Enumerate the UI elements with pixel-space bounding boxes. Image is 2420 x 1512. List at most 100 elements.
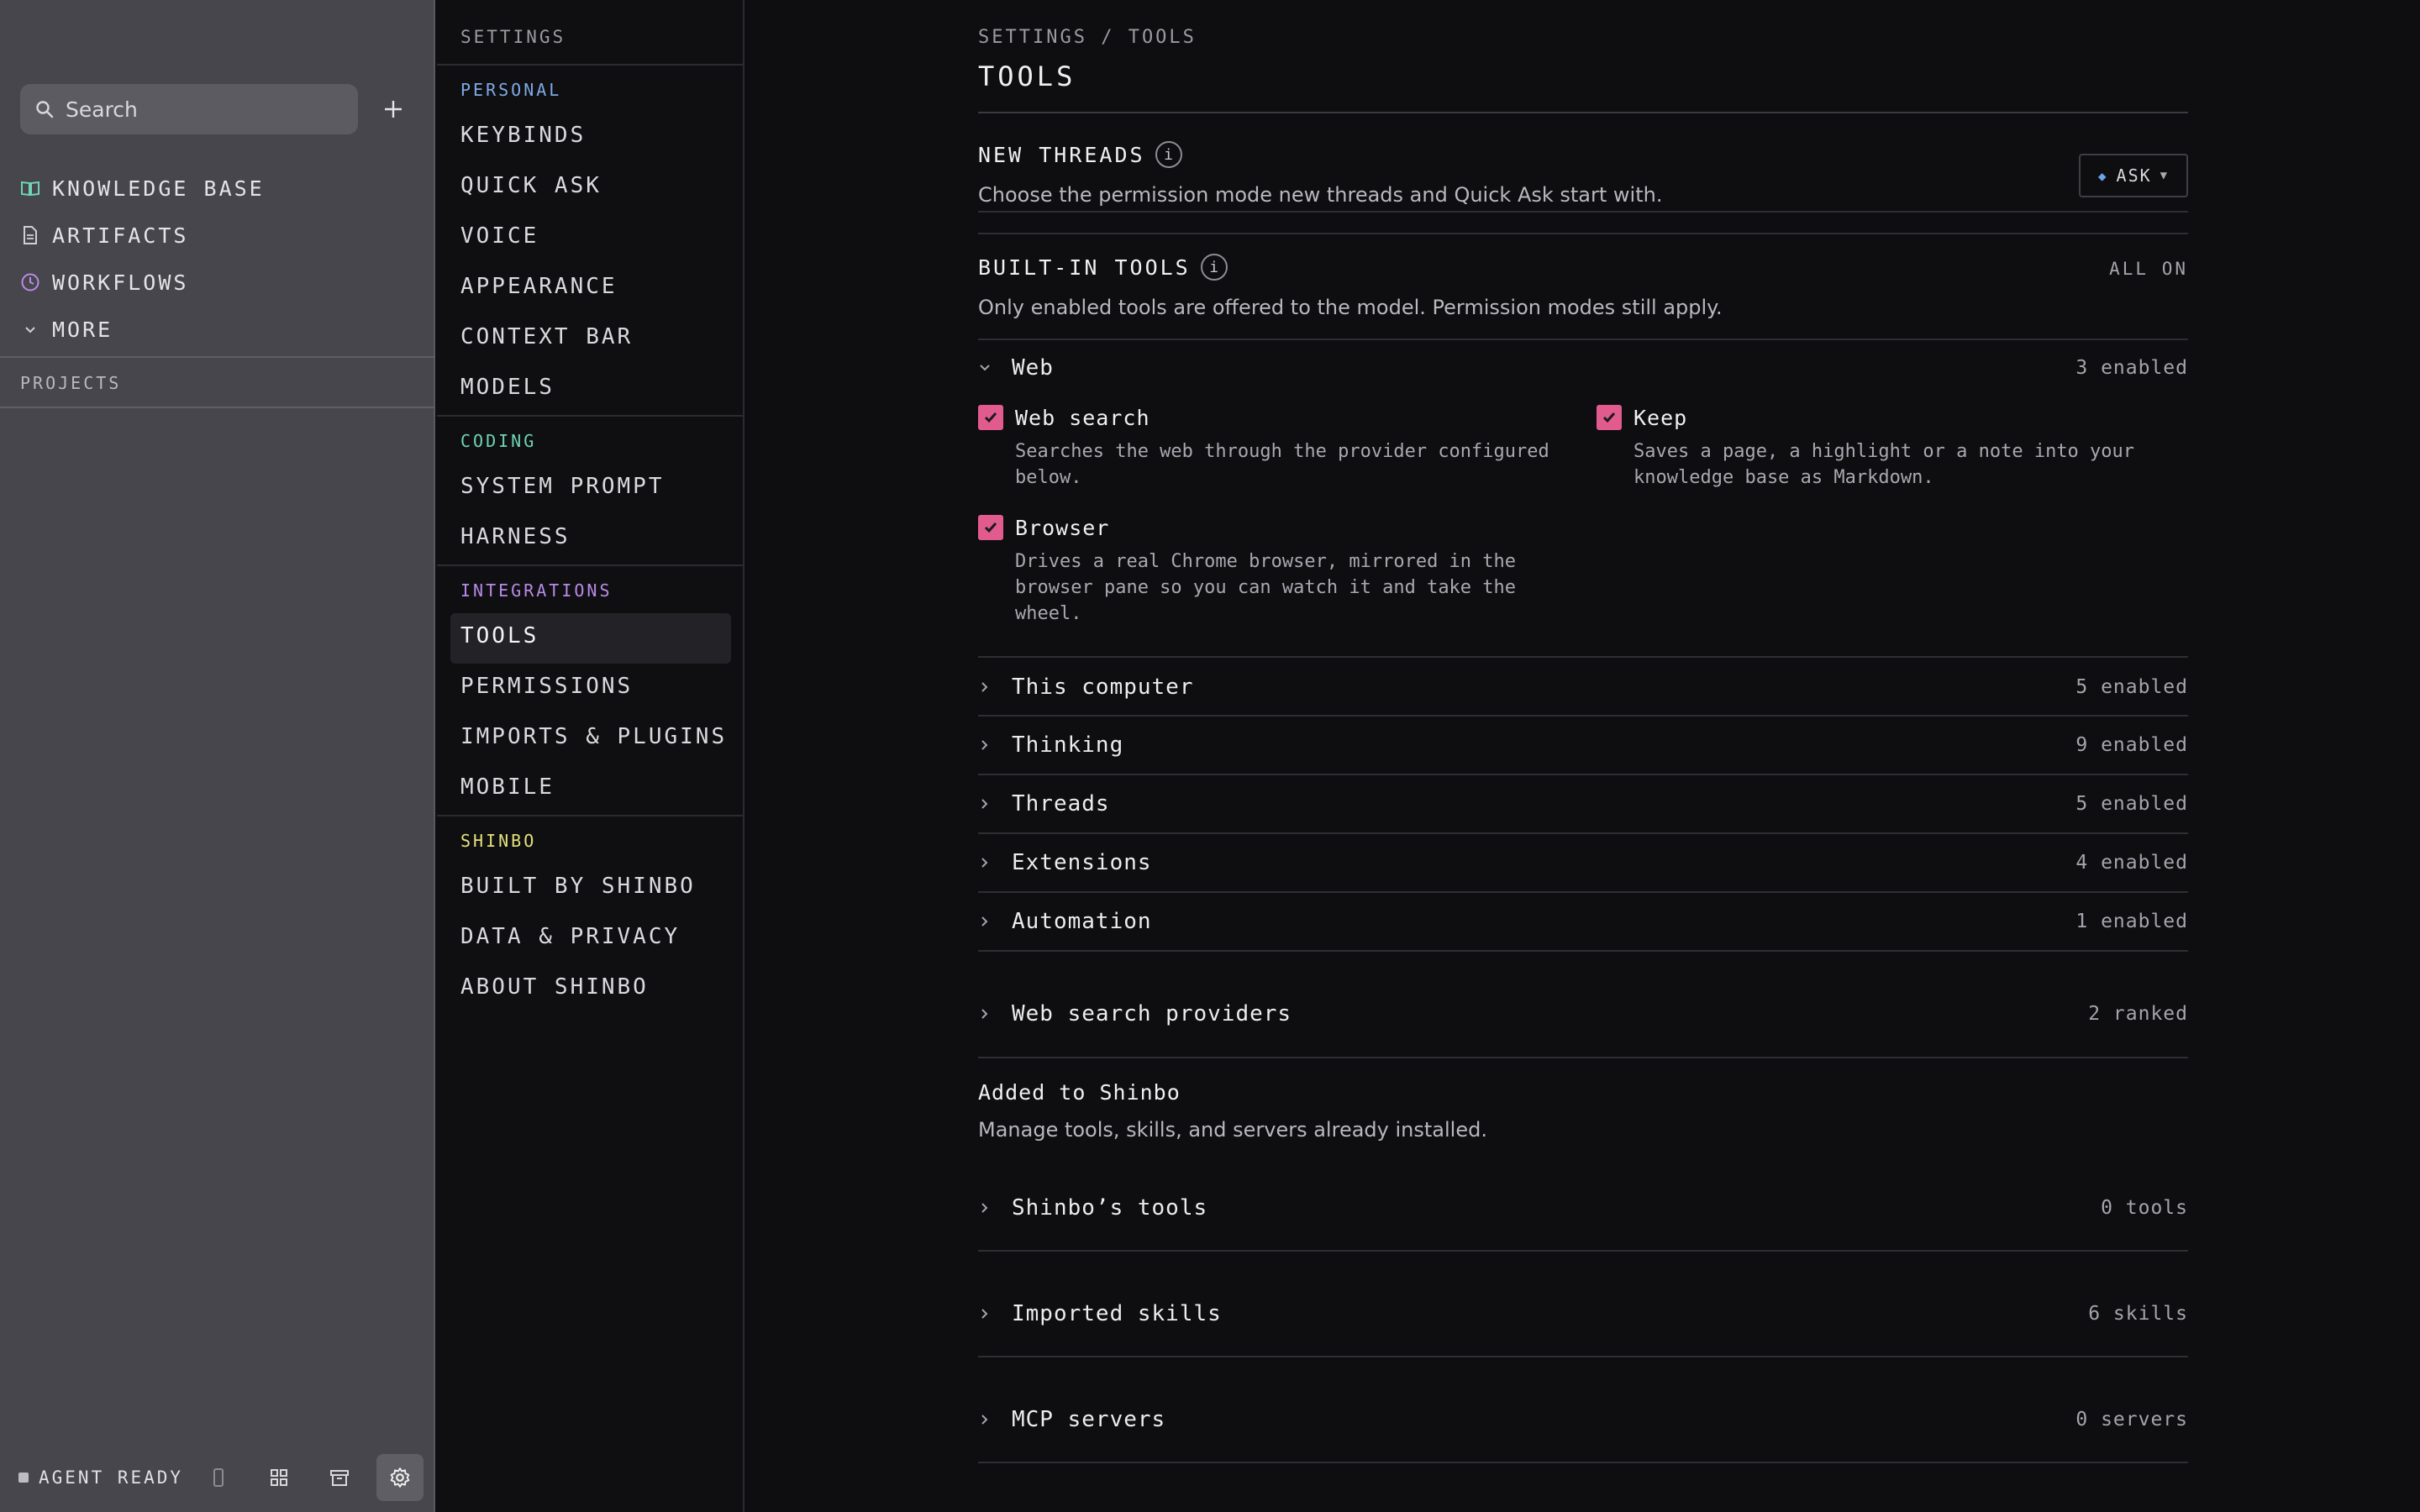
new-threads-title-text: NEW THREADS <box>978 142 1145 167</box>
tool-group-name: This computer <box>1012 675 1194 700</box>
phone-icon <box>213 1468 224 1487</box>
section-divider <box>978 233 2188 234</box>
settings-nav: SETTINGS PERSONAL KEYBINDS QUICK ASK VOI… <box>437 0 744 1512</box>
tool-keep: Keep Saves a page, a highlight or a note… <box>1597 405 2202 491</box>
settings-item-voice[interactable]: VOICE <box>460 223 539 249</box>
builtin-tools-section: BUILT-IN TOOLS i ALL ON Only enabled too… <box>978 254 2188 319</box>
group-shinbo: SHINBO <box>460 831 537 851</box>
settings-item-quick-ask[interactable]: QUICK ASK <box>460 173 602 198</box>
settings-item-appearance[interactable]: APPEARANCE <box>460 274 618 299</box>
settings-item-permissions[interactable]: PERMISSIONS <box>460 674 633 699</box>
new-threads-description: Choose the permission mode new threads a… <box>978 183 1663 207</box>
builtin-tools-title-text: BUILT-IN TOOLS <box>978 255 1191 280</box>
section-divider <box>978 211 2188 213</box>
settings-nav-divider <box>437 415 744 417</box>
sidebar-item-label: WORKFLOWS <box>52 270 189 295</box>
settings-item-about-shinbo[interactable]: ABOUT SHINBO <box>460 974 649 1000</box>
settings-item-imports-plugins[interactable]: IMPORTS & PLUGINS <box>460 724 727 749</box>
settings-item-system-prompt[interactable]: SYSTEM PROMPT <box>460 474 665 499</box>
settings-nav-title: SETTINGS <box>460 27 566 47</box>
settings-item-context-bar[interactable]: CONTEXT BAR <box>460 324 633 349</box>
archive-button[interactable] <box>316 1454 363 1501</box>
new-item-button[interactable] <box>373 89 413 129</box>
section-divider <box>978 1057 2188 1058</box>
tool-group-automation[interactable]: Automation 1 enabled <box>978 905 2188 938</box>
gear-icon <box>390 1467 410 1488</box>
tool-browser: Browser Drives a real Chrome browser, mi… <box>978 515 1583 627</box>
tool-group-name: Thinking <box>1012 732 1124 758</box>
tool-group-thinking[interactable]: Thinking 9 enabled <box>978 728 2188 762</box>
tool-group-count: 9 enabled <box>2075 734 2188 756</box>
chevron-down-icon <box>980 365 990 371</box>
grid-button[interactable] <box>255 1454 302 1501</box>
tool-group-count: 5 enabled <box>2075 793 2188 815</box>
info-icon[interactable]: i <box>1155 141 1182 168</box>
group-coding: CODING <box>460 431 537 451</box>
settings-nav-divider <box>437 564 744 566</box>
new-threads-title: NEW THREADS i <box>978 141 2188 168</box>
all-on-toggle[interactable]: ALL ON <box>2109 259 2188 279</box>
sidebar-nav: KNOWLEDGE BASE ARTIFACTS WORKFLOWS MORE <box>20 165 265 353</box>
settings-item-mobile[interactable]: MOBILE <box>460 774 555 800</box>
check-icon <box>1602 412 1616 423</box>
tool-group-count: 5 enabled <box>2075 676 2188 698</box>
settings-item-data-privacy[interactable]: DATA & PRIVACY <box>460 924 680 949</box>
settings-nav-divider <box>437 64 744 66</box>
added-item-mcp-servers[interactable]: MCP servers 0 servers <box>978 1403 2188 1436</box>
settings-button[interactable] <box>376 1454 424 1501</box>
status-dot <box>18 1473 29 1483</box>
sidebar-item-knowledge-base[interactable]: KNOWLEDGE BASE <box>20 165 265 212</box>
sidebar-item-workflows[interactable]: WORKFLOWS <box>20 259 265 306</box>
diamond-icon: ◆ <box>2097 167 2108 184</box>
search-placeholder: Search <box>66 97 138 122</box>
page-title: TOOLS <box>978 60 1076 92</box>
web-search-checkbox[interactable] <box>978 405 1003 430</box>
title-divider <box>978 112 2188 113</box>
added-item-count: 0 servers <box>2075 1409 2188 1431</box>
chevron-right-icon <box>981 740 988 750</box>
tool-description: Saves a page, a highlight or a note into… <box>1634 441 2135 488</box>
app-sidebar: Search KNOWLEDGE BASE ARTIFACTS WORKFLOW… <box>0 0 435 1512</box>
row-divider <box>978 832 2188 834</box>
mobile-button[interactable] <box>195 1454 242 1501</box>
builtin-tools-title: BUILT-IN TOOLS i <box>978 254 2188 281</box>
tool-group-web[interactable]: Web 3 enabled <box>978 353 2188 383</box>
tool-group-count: 4 enabled <box>2075 852 2188 874</box>
clock-icon <box>21 273 39 291</box>
permission-mode-select[interactable]: ◆ ASK ▼ <box>2079 154 2188 197</box>
row-divider <box>978 774 2188 775</box>
keep-checkbox[interactable] <box>1597 405 1622 430</box>
added-item-imported-skills[interactable]: Imported skills 6 skills <box>978 1297 2188 1331</box>
new-threads-section: NEW THREADS i Choose the permission mode… <box>978 141 2188 207</box>
settings-item-harness[interactable]: HARNESS <box>460 524 571 549</box>
book-icon <box>21 181 39 197</box>
sidebar-item-more[interactable]: MORE <box>20 306 265 353</box>
row-divider <box>978 715 2188 717</box>
search-input[interactable]: Search <box>20 84 358 134</box>
settings-item-tools[interactable]: TOOLS <box>460 623 539 648</box>
tool-group-extensions[interactable]: Extensions 4 enabled <box>978 846 2188 879</box>
tool-head: Keep <box>1597 405 2202 430</box>
added-item-name: Imported skills <box>1012 1301 1222 1326</box>
settings-item-built-by-shinbo[interactable]: BUILT BY SHINBO <box>460 874 696 899</box>
tool-group-this-computer[interactable]: This computer 5 enabled <box>978 670 2188 704</box>
row-divider <box>978 891 2188 893</box>
tool-description: Searches the web through the provider co… <box>1015 441 1549 488</box>
added-item-name: MCP servers <box>1012 1407 1166 1432</box>
tool-group-threads[interactable]: Threads 5 enabled <box>978 787 2188 821</box>
sidebar-item-artifacts[interactable]: ARTIFACTS <box>20 212 265 259</box>
added-item-shinbo-tools[interactable]: Shinbo’s tools 0 tools <box>978 1191 2188 1225</box>
tool-head: Web search <box>978 405 1583 430</box>
builtin-tools-description: Only enabled tools are offered to the mo… <box>978 296 1723 319</box>
projects-heading: PROJECTS <box>20 373 122 393</box>
tool-group-name: Automation <box>1012 909 1152 934</box>
info-icon[interactable]: i <box>1200 254 1228 281</box>
section-divider <box>978 656 2188 658</box>
tool-description: Drives a real Chrome browser, mirrored i… <box>1015 551 1517 624</box>
web-search-providers[interactable]: Web search providers 2 ranked <box>978 997 2188 1031</box>
tool-name: Keep <box>1634 405 1688 430</box>
grid-icon <box>271 1469 288 1486</box>
settings-item-keybinds[interactable]: KEYBINDS <box>460 123 586 148</box>
browser-checkbox[interactable] <box>978 515 1003 540</box>
settings-item-models[interactable]: MODELS <box>460 375 555 400</box>
